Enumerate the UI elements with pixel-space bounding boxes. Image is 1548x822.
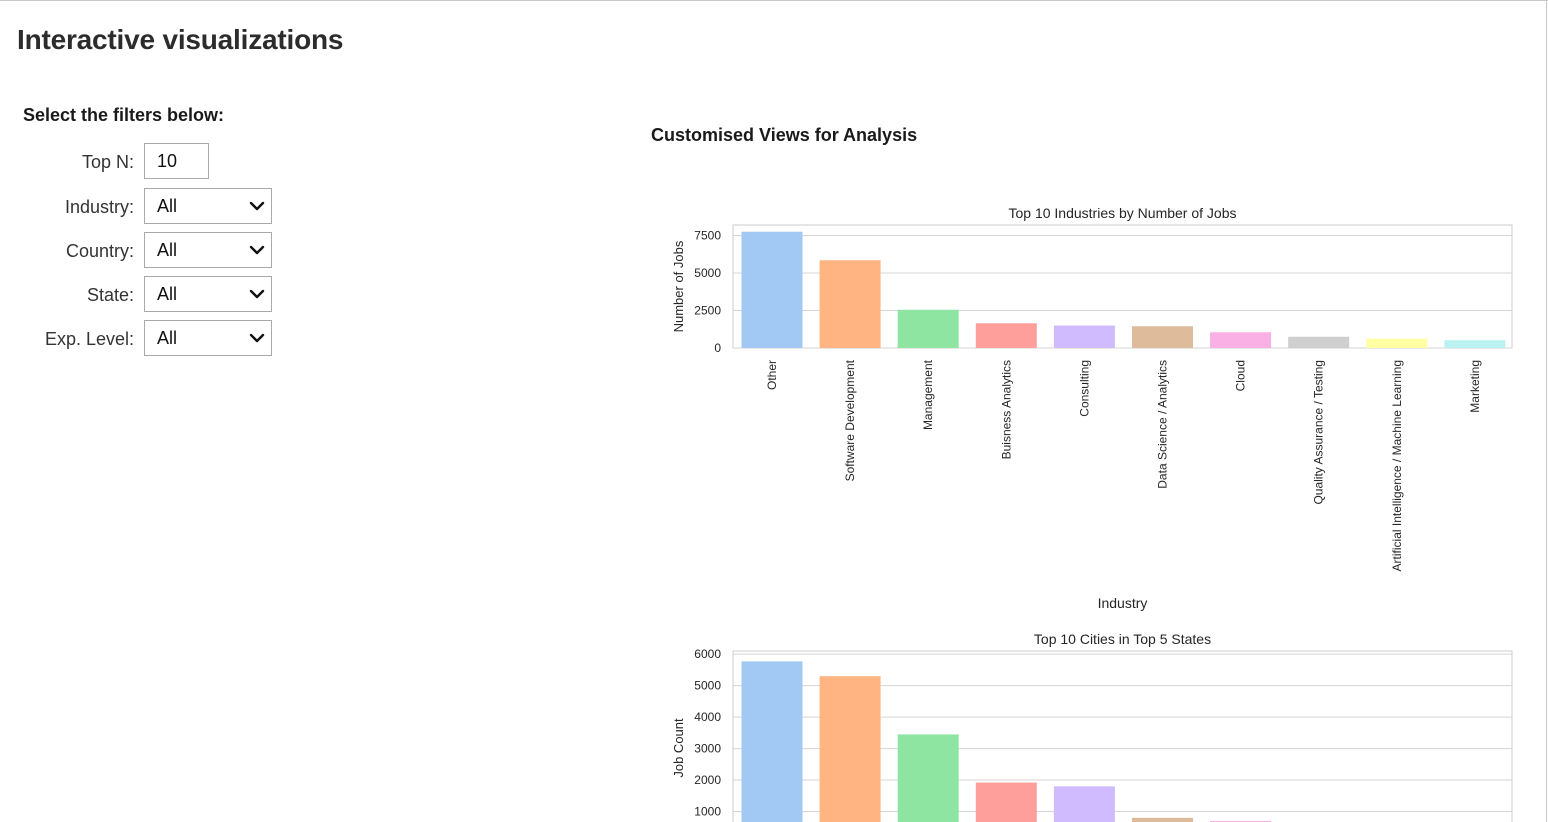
chart-1-ytick-label: 2500: [694, 304, 721, 318]
chart-1-ytick-label: 0: [714, 341, 721, 355]
chart-1-xlabel: Industry: [1098, 595, 1148, 611]
chart-1-category-label: Quality Assurance / Testing: [1312, 360, 1326, 505]
chart-2-bar: [975, 782, 1037, 822]
chart-1-ylabel: Number of Jobs: [671, 240, 686, 332]
chart-1-bar: [1053, 325, 1115, 348]
chart-1-bar: [1132, 326, 1193, 348]
chart-1-bar: [819, 260, 881, 348]
chart-2-ytick-label: 2000: [694, 773, 721, 787]
chart-2-ytick-label: 3000: [694, 742, 721, 756]
chart-2-ytick-label: 4000: [694, 710, 721, 724]
chart-1-category-label: Software Development: [843, 359, 857, 481]
chart-1-bar: [975, 323, 1037, 348]
chart-1-category-label: Management: [921, 359, 935, 430]
chart-1-category-label: Other: [765, 360, 779, 390]
charts-area: 0 2500 5000 7500 Other Software Development Ma…: [671, 205, 1513, 822]
chart-2-bar: [819, 676, 881, 822]
chart-1-bar: [1444, 340, 1506, 348]
chart-1-category-label: Cloud: [1234, 360, 1248, 391]
chart-1-category-label: Buisness Analytics: [999, 360, 1013, 459]
chart-2-ylabel: Job Count: [671, 718, 686, 778]
chart-2-bar: [741, 661, 803, 822]
chart-1-category-label: Data Science / Analytics: [1156, 360, 1170, 489]
chart-2-bar: [1053, 786, 1115, 822]
chart-1-ytick-label: 5000: [694, 266, 721, 280]
chart-1-bar: [1366, 338, 1428, 348]
chart-1-title: Top 10 Industries by Number of Jobs: [1008, 205, 1236, 221]
chart-2-bar: [1132, 817, 1193, 822]
chart-1-category-label: Marketing: [1468, 360, 1482, 413]
chart-1-bar: [741, 231, 803, 348]
chart-1-ytick-label: 7500: [694, 229, 721, 243]
chart-2-title: Top 10 Cities in Top 5 States: [1034, 631, 1211, 647]
chart-1-category-label: Artificial Intelligence / Machine Learni…: [1390, 360, 1404, 571]
chart-2-ytick-label: 5000: [694, 679, 721, 693]
chart-1-bar: [1288, 336, 1350, 348]
chart-2-ytick-label: 6000: [694, 647, 721, 661]
chart-2-ytick-label: 1000: [694, 805, 721, 819]
chart-1-bar: [897, 309, 959, 348]
chart-2-bar: [897, 734, 959, 822]
chart-1-bar: [1210, 332, 1272, 348]
chart-1-category-label: Consulting: [1077, 360, 1091, 417]
